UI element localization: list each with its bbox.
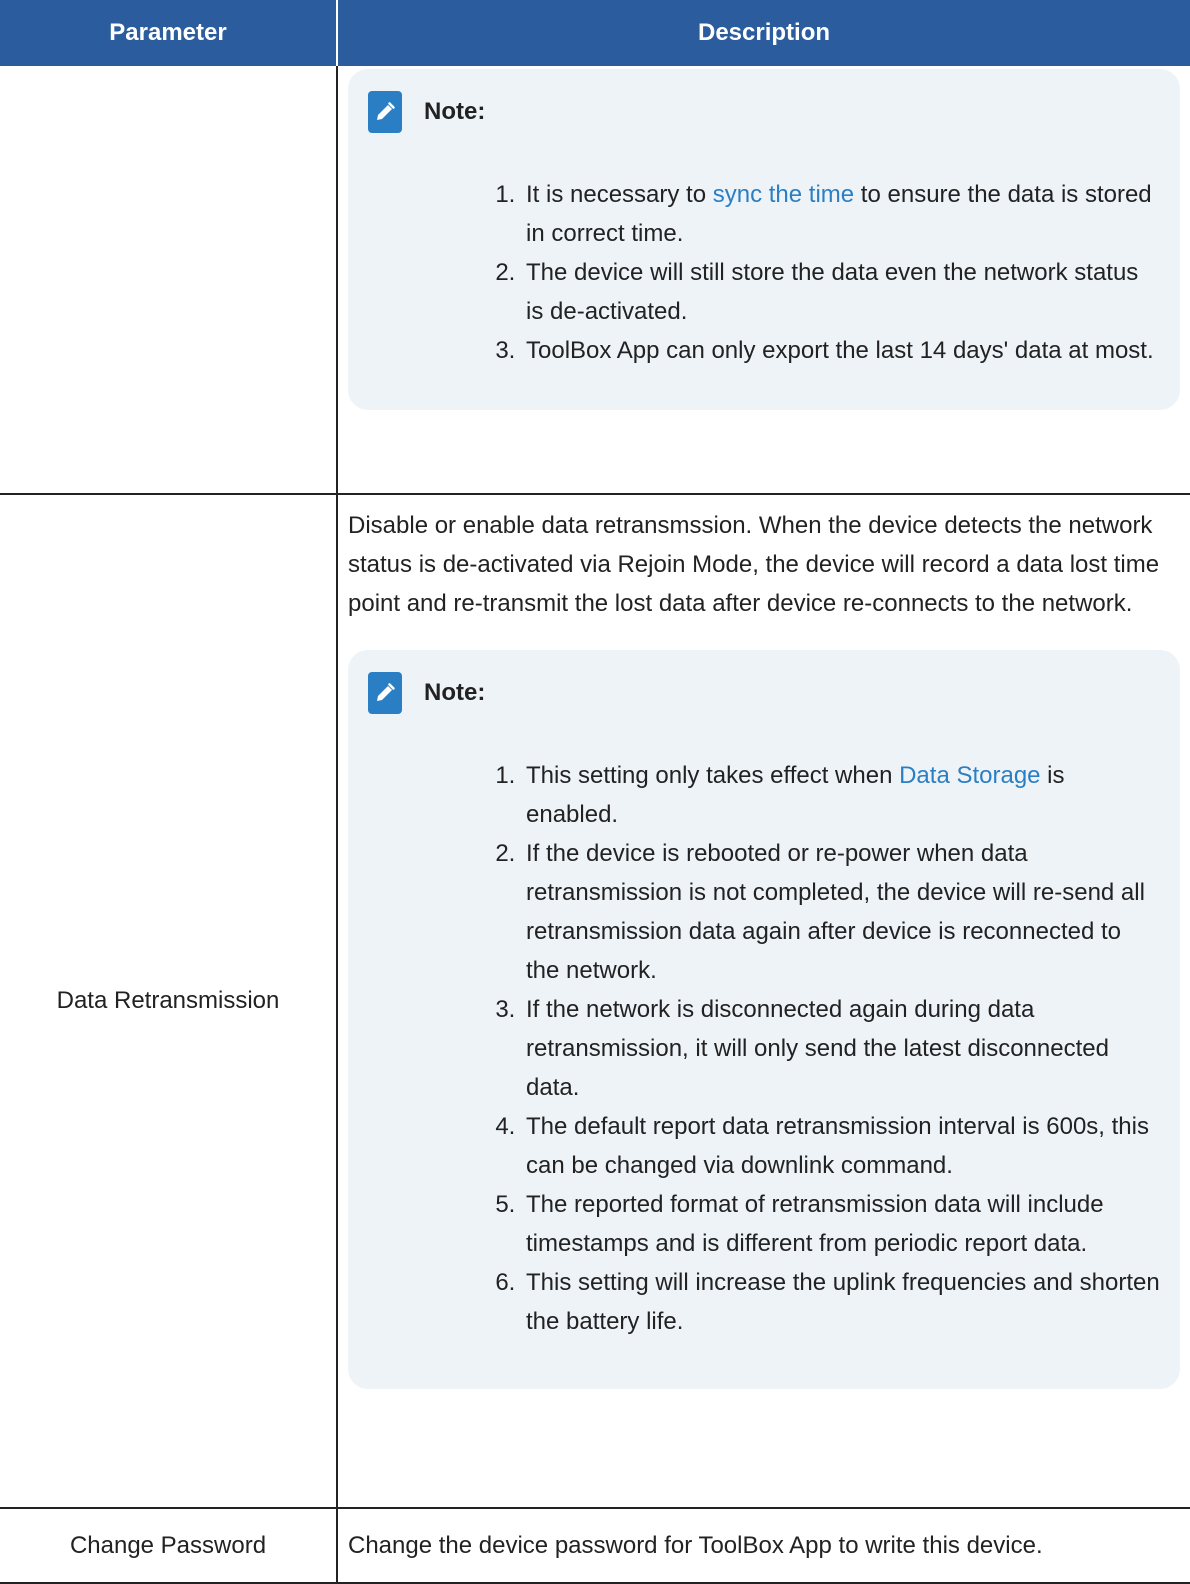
column-header-description: Description: [337, 0, 1190, 66]
list-item: It is necessary to sync the time to ensu…: [522, 175, 1160, 253]
parameter-cell: [0, 66, 338, 495]
table-row: Note: It is necessary to sync the time t…: [0, 66, 1190, 495]
note-box: Note: This setting only takes effect whe…: [348, 650, 1180, 1389]
note-header: Note:: [368, 91, 1160, 133]
table-row: Data Retransmission Disable or enable da…: [0, 493, 1190, 1509]
table-header-row: Parameter Description: [0, 0, 1190, 66]
description-text: Change the device password for ToolBox A…: [348, 1532, 1043, 1559]
description-cell: Note: It is necessary to sync the time t…: [336, 66, 1190, 495]
description-cell: Disable or enable data retransmssion. Wh…: [336, 493, 1190, 1509]
list-item: ToolBox App can only export the last 14 …: [522, 331, 1160, 370]
pencil-icon: [368, 91, 402, 133]
note-title: Note:: [424, 679, 486, 706]
list-item: This setting will increase the uplink fr…: [522, 1263, 1160, 1341]
note-header: Note:: [368, 672, 1160, 714]
pencil-icon: [368, 672, 402, 714]
sync-time-link[interactable]: sync the time: [713, 181, 854, 208]
description-text: Disable or enable data retransmssion. Wh…: [348, 512, 1160, 617]
list-item-text: This setting only takes effect when: [526, 762, 900, 789]
note-box: Note: It is necessary to sync the time t…: [348, 69, 1180, 410]
list-item-text: It is necessary to: [526, 181, 713, 208]
note-list: This setting only takes effect when Data…: [368, 756, 1160, 1341]
list-item: The reported format of retransmission da…: [522, 1185, 1160, 1263]
list-item: The default report data retransmission i…: [522, 1107, 1160, 1185]
parameter-cell: Data Retransmission: [0, 493, 338, 1509]
note-title: Note:: [424, 98, 486, 125]
list-item: This setting only takes effect when Data…: [522, 756, 1160, 834]
description-cell: Change the device password for ToolBox A…: [336, 1507, 1190, 1584]
column-header-parameter: Parameter: [0, 0, 338, 66]
table-row: Change Password Change the device passwo…: [0, 1507, 1190, 1584]
data-storage-link[interactable]: Data Storage: [899, 762, 1040, 789]
list-item: If the device is rebooted or re-power wh…: [522, 834, 1160, 990]
parameter-cell: Change Password: [0, 1507, 338, 1584]
parameter-table: Parameter Description Note: 1. It is nec…: [0, 0, 1190, 1584]
list-item: If the network is disconnected again dur…: [522, 990, 1160, 1107]
note-list: It is necessary to sync the time to ensu…: [368, 175, 1160, 370]
list-item: The device will still store the data eve…: [522, 253, 1160, 331]
